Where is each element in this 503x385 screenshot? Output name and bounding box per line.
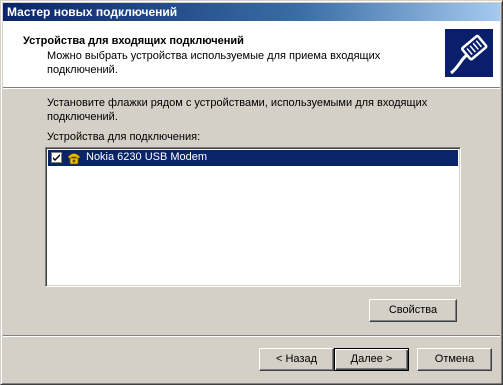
wizard-header: Устройства для входящих подключений Можн… (3, 21, 500, 87)
intro-text: Установите флажки рядом с устройствами, … (47, 97, 428, 123)
device-label: Nokia 6230 USB Modem (86, 151, 208, 163)
wizard-window: Мастер новых подключений Устройства для … (0, 0, 503, 385)
devices-list-label: Устройства для подключения: (47, 131, 201, 143)
window-title: Мастер новых подключений (7, 5, 178, 19)
checkmark-icon (53, 154, 60, 161)
modem-phone-icon (66, 151, 82, 165)
network-cable-icon (445, 29, 493, 77)
cancel-button[interactable]: Отмена (417, 348, 492, 371)
header-divider (3, 87, 500, 89)
next-button[interactable]: Далее > (334, 348, 409, 371)
device-checkbox[interactable] (51, 152, 62, 163)
header-subtitle: Можно выбрать устройства используемые дл… (47, 50, 381, 76)
footer-divider (3, 335, 500, 337)
title-bar[interactable]: Мастер новых подключений (3, 3, 500, 21)
list-item[interactable]: Nokia 6230 USB Modem (48, 150, 458, 166)
devices-listbox[interactable]: Nokia 6230 USB Modem (45, 147, 461, 287)
properties-button[interactable]: Свойства (369, 299, 457, 322)
back-button[interactable]: < Назад (259, 348, 334, 371)
header-title: Устройства для входящих подключений (23, 35, 244, 47)
